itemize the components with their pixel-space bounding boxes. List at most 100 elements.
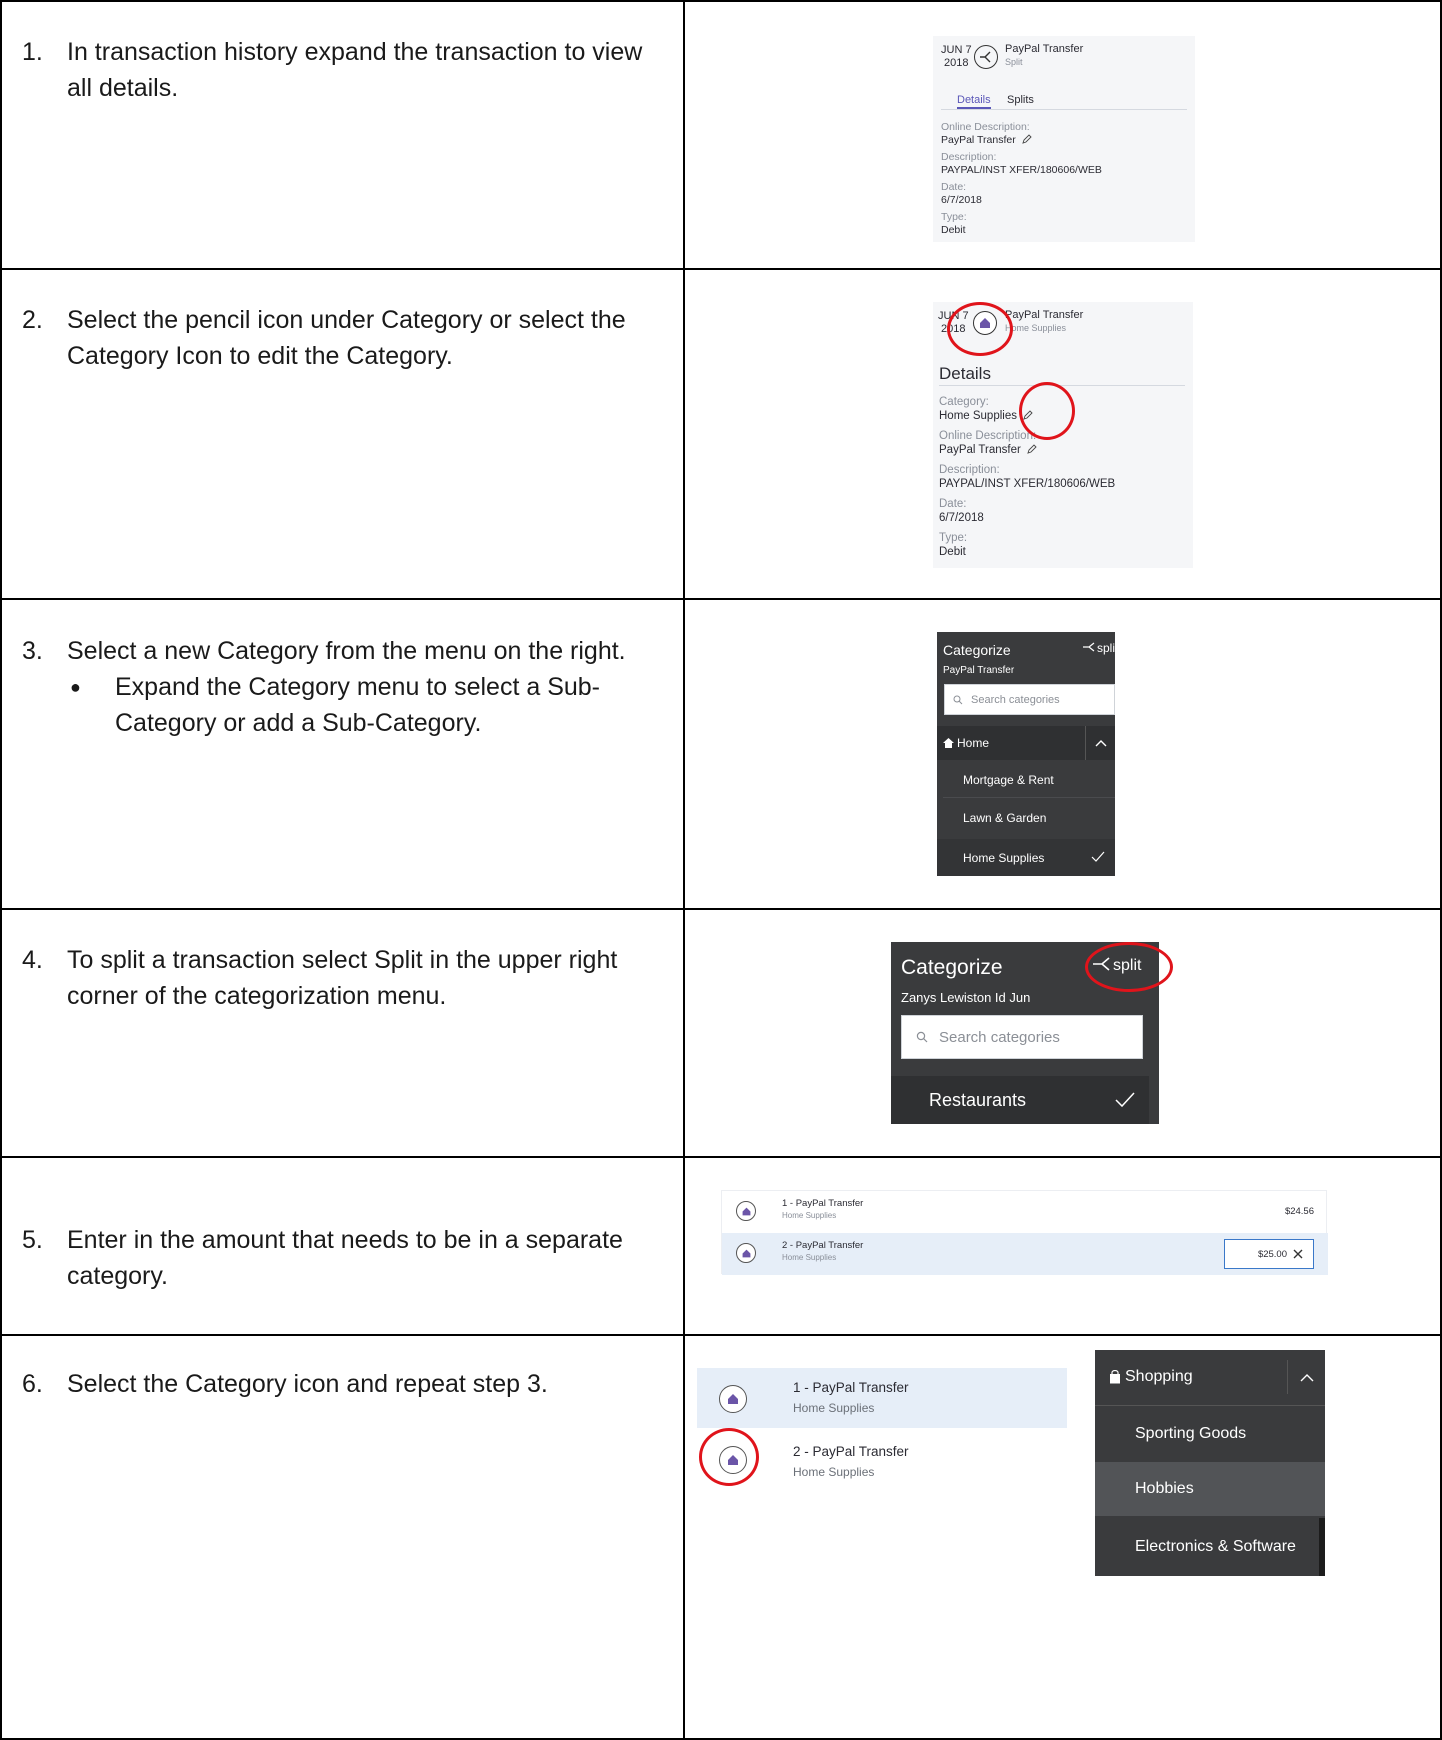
- category-menu: Shopping Sporting Goods Hobbies Electron…: [1095, 1350, 1325, 1576]
- step-1-screenshot-cell: JUN 7 2018 PayPal Transfer Split Details…: [683, 0, 1442, 270]
- step-row-3: 3. Select a new Category from the menu o…: [0, 598, 1442, 910]
- step-number: 5.: [22, 1226, 43, 1254]
- step-number: 6.: [22, 1370, 43, 1398]
- categorize-menu: Categorize split PayPal Transfer Search …: [937, 632, 1118, 876]
- field-label: Type:: [941, 211, 967, 223]
- step-number: 3.: [22, 637, 43, 665]
- date-month-day: JUN 7: [941, 44, 972, 56]
- step-row-1: 1. In transaction history expand the tra…: [0, 0, 1442, 270]
- category-item-label: Mortgage & Rent: [963, 772, 1054, 787]
- step-row-2: 2. Select the pencil icon under Category…: [0, 268, 1442, 600]
- category-item[interactable]: Mortgage & Rent: [943, 762, 1115, 798]
- field-label: Type:: [939, 532, 968, 544]
- field-label: Date:: [941, 181, 967, 193]
- category-item-label: Hobbies: [1135, 1480, 1194, 1497]
- step-number: 2.: [22, 306, 43, 334]
- category-item[interactable]: Lawn & Garden: [943, 800, 1115, 836]
- step-5-text-cell: 5. Enter in the amount that needs to be …: [0, 1156, 685, 1336]
- search-input[interactable]: Search categories: [944, 684, 1115, 715]
- field-value: PayPal Transfer: [939, 444, 1021, 456]
- search-input[interactable]: Search categories: [901, 1015, 1143, 1059]
- field-value: Debit: [941, 223, 966, 236]
- category-group-label: Shopping: [1125, 1368, 1193, 1385]
- highlight-circle: [1085, 942, 1173, 992]
- category-item-label: Restaurants: [929, 1089, 1027, 1110]
- step-text: Select a new Category from the menu on t…: [67, 637, 626, 665]
- step-text: Enter in the amount that needs to be in …: [67, 1226, 623, 1290]
- search-icon: [953, 695, 963, 704]
- split-list: 1 - PayPal Transfer Home Supplies $24.56…: [721, 1190, 1328, 1275]
- home-icon[interactable]: [719, 1385, 747, 1413]
- step-number: 4.: [22, 946, 43, 974]
- search-placeholder: Search categories: [971, 693, 1060, 706]
- tab-splits[interactable]: Splits: [1007, 94, 1034, 106]
- field-value: 6/7/2018: [941, 193, 982, 206]
- field-value: PayPal Transfer: [941, 133, 1016, 146]
- field-value: PAYPAL/INST XFER/180606/WEB: [941, 163, 1102, 176]
- category-group-home[interactable]: Home: [937, 726, 1115, 760]
- field-label: Date:: [939, 498, 967, 510]
- split-button[interactable]: split: [1083, 641, 1118, 655]
- category-item[interactable]: Sporting Goods: [1095, 1408, 1325, 1460]
- menu-subtitle: Zanys Lewiston Id Jun: [901, 990, 1031, 1005]
- tab-details[interactable]: Details: [957, 94, 991, 109]
- menu-subtitle: PayPal Transfer: [943, 665, 1015, 676]
- bag-icon: [1110, 1370, 1120, 1384]
- step-text: To split a transaction select Split in t…: [67, 946, 618, 1010]
- step-2-text-cell: 2. Select the pencil icon under Category…: [0, 268, 685, 600]
- step-row-5: 5. Enter in the amount that needs to be …: [0, 1156, 1442, 1336]
- amount-input[interactable]: $25.00: [1224, 1239, 1314, 1269]
- chevron-up-icon[interactable]: [1287, 1360, 1325, 1394]
- step-1-text-cell: 1. In transaction history expand the tra…: [0, 0, 685, 270]
- step-6-screenshot-cell: 1 - PayPal Transfer Home Supplies 2 - Pa…: [683, 1334, 1442, 1740]
- pencil-icon[interactable]: [1027, 444, 1037, 454]
- chevron-up-icon[interactable]: [1085, 726, 1115, 760]
- split-row-1[interactable]: 1 - PayPal Transfer Home Supplies: [697, 1368, 1067, 1428]
- field-value: PAYPAL/INST XFER/180606/WEB: [939, 478, 1116, 490]
- category-item-hover[interactable]: Hobbies: [1095, 1462, 1325, 1516]
- category-item-label: Electronics & Software: [1135, 1538, 1296, 1555]
- date-year: 2018: [944, 57, 969, 69]
- split-subtitle: Home Supplies: [793, 1401, 875, 1415]
- home-icon[interactable]: [736, 1243, 756, 1263]
- category-item-selected[interactable]: Restaurants: [891, 1076, 1149, 1124]
- amount-input-value: $25.00: [1257, 1248, 1287, 1260]
- split-icon[interactable]: [974, 45, 998, 69]
- bullet-icon: ●: [70, 677, 81, 697]
- checkmark-icon: [1115, 1092, 1135, 1108]
- home-icon: [943, 738, 954, 748]
- home-icon[interactable]: [736, 1201, 756, 1221]
- step-number: 1.: [22, 38, 43, 66]
- split-row-1[interactable]: 1 - PayPal Transfer Home Supplies $24.56: [722, 1191, 1328, 1233]
- split-title: 2 - PayPal Transfer: [793, 1444, 909, 1459]
- split-label: split: [1097, 641, 1119, 655]
- highlight-circle: [1019, 382, 1075, 440]
- split-subtitle: Home Supplies: [782, 1253, 837, 1262]
- category-group-shopping[interactable]: Shopping: [1095, 1350, 1325, 1404]
- transaction-details-panel: JUN 7 2018 PayPal Transfer Split Details…: [933, 36, 1195, 242]
- split-row-2[interactable]: 2 - PayPal Transfer Home Supplies $25.00: [722, 1233, 1328, 1275]
- highlight-circle: [947, 302, 1013, 356]
- category-item-label: Sporting Goods: [1135, 1425, 1247, 1442]
- step-5-screenshot-cell: 1 - PayPal Transfer Home Supplies $24.56…: [683, 1156, 1442, 1336]
- split-icon: [1083, 642, 1095, 652]
- step-row-6: 6. Select the Category icon and repeat s…: [0, 1334, 1442, 1740]
- field-value: Debit: [939, 546, 966, 558]
- pencil-icon[interactable]: [1021, 133, 1032, 144]
- category-item-label: Home Supplies: [963, 850, 1045, 865]
- category-item-selected[interactable]: Home Supplies: [937, 839, 1115, 876]
- step-row-4: 4. To split a transaction select Split i…: [0, 908, 1442, 1158]
- field-value: 6/7/2018: [939, 512, 984, 524]
- category-group-label: Home: [957, 736, 990, 750]
- step-3-screenshot-cell: Categorize split PayPal Transfer Search …: [683, 598, 1442, 910]
- highlight-circle: [699, 1428, 759, 1486]
- close-icon[interactable]: [1293, 1249, 1303, 1259]
- transaction-title: PayPal Transfer: [1005, 43, 1084, 55]
- category-item-label: Lawn & Garden: [963, 811, 1047, 825]
- split-amount: $24.56: [1284, 1206, 1314, 1217]
- category-item[interactable]: Electronics & Software: [1095, 1518, 1325, 1576]
- search-placeholder: Search categories: [939, 1028, 1060, 1046]
- field-label: Online Description:: [941, 121, 1030, 133]
- checkmark-icon: [1091, 851, 1105, 862]
- step-4-text-cell: 4. To split a transaction select Split i…: [0, 908, 685, 1158]
